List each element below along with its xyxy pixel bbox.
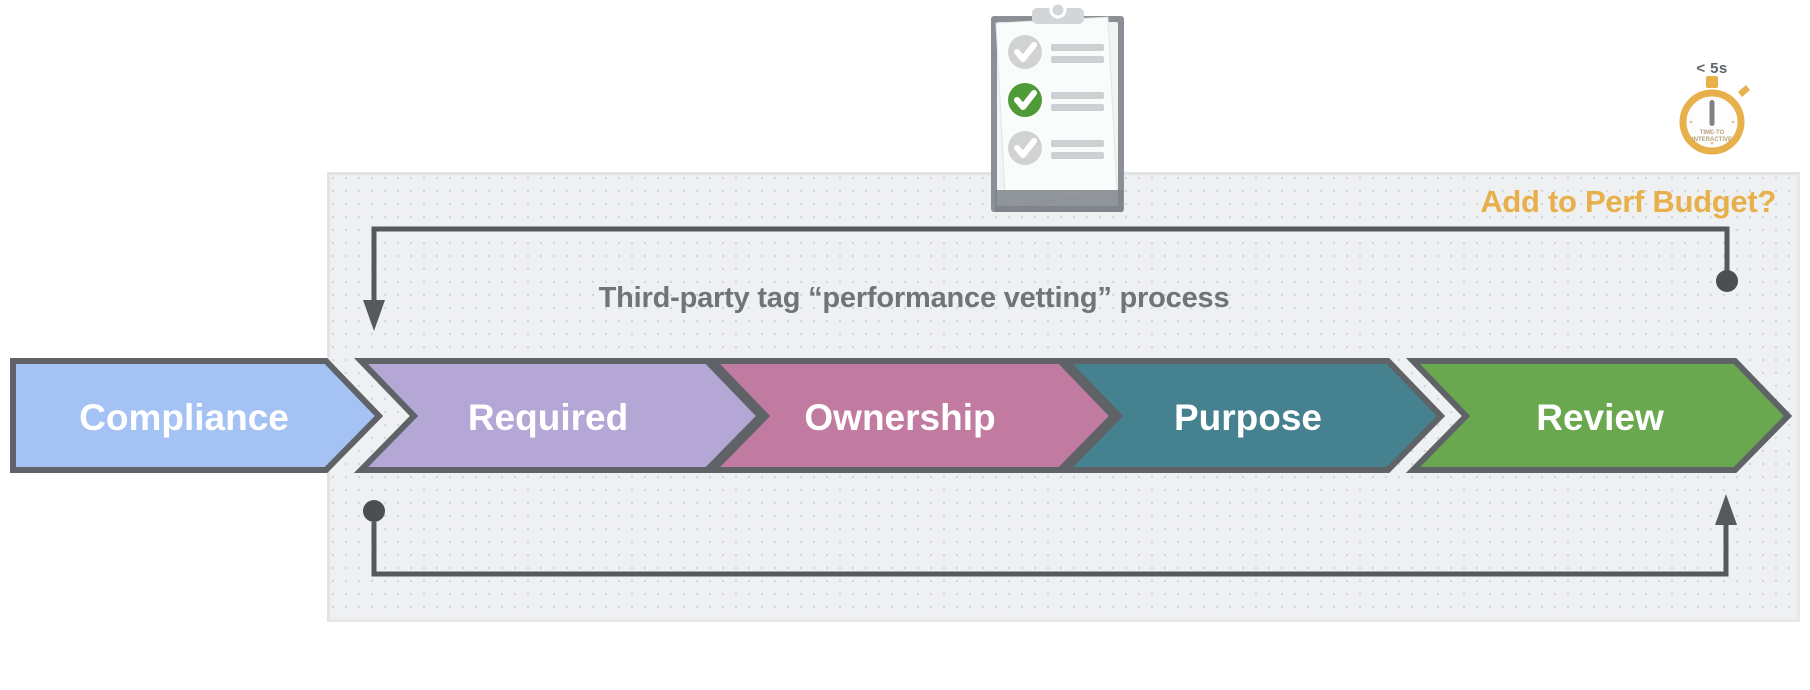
connector-bottom-feedback	[363, 494, 1737, 577]
stopwatch-widget: < 5s TIME-TO INTERACTIVE	[1666, 60, 1758, 160]
connector-dot-start	[1716, 270, 1738, 292]
flow-step-required[interactable]: Required	[353, 358, 765, 473]
connector-top-feedback	[363, 226, 1738, 331]
stopwatch-dial-line1: TIME-TO	[1700, 130, 1725, 136]
flow-step-ownership[interactable]: Ownership	[705, 358, 1118, 473]
arrow-head-up	[1715, 494, 1737, 525]
stopwatch-threshold-label: < 5s	[1696, 60, 1728, 77]
flow-step-label: Required	[468, 397, 628, 438]
flow-step-review[interactable]: Review	[1405, 358, 1793, 473]
flow-step-label: Ownership	[804, 397, 995, 438]
diagram-canvas: Add to Perf Budget? Third-party tag “per…	[0, 0, 1810, 690]
process-flow: Compliance Required Ownership Purpose Re…	[10, 226, 1793, 577]
flow-step-purpose[interactable]: Purpose	[1058, 358, 1446, 473]
clipboard-checklist-icon	[991, 2, 1124, 212]
flow-step-label: Purpose	[1174, 397, 1322, 438]
connector-dot-start	[363, 500, 385, 522]
arrow-head-down	[363, 300, 385, 331]
flow-step-label: Compliance	[79, 397, 289, 438]
flow-step-compliance[interactable]: Compliance	[10, 358, 384, 473]
flow-step-label: Review	[1536, 397, 1664, 438]
stopwatch-dial-line2: INTERACTIVE	[1692, 137, 1732, 143]
